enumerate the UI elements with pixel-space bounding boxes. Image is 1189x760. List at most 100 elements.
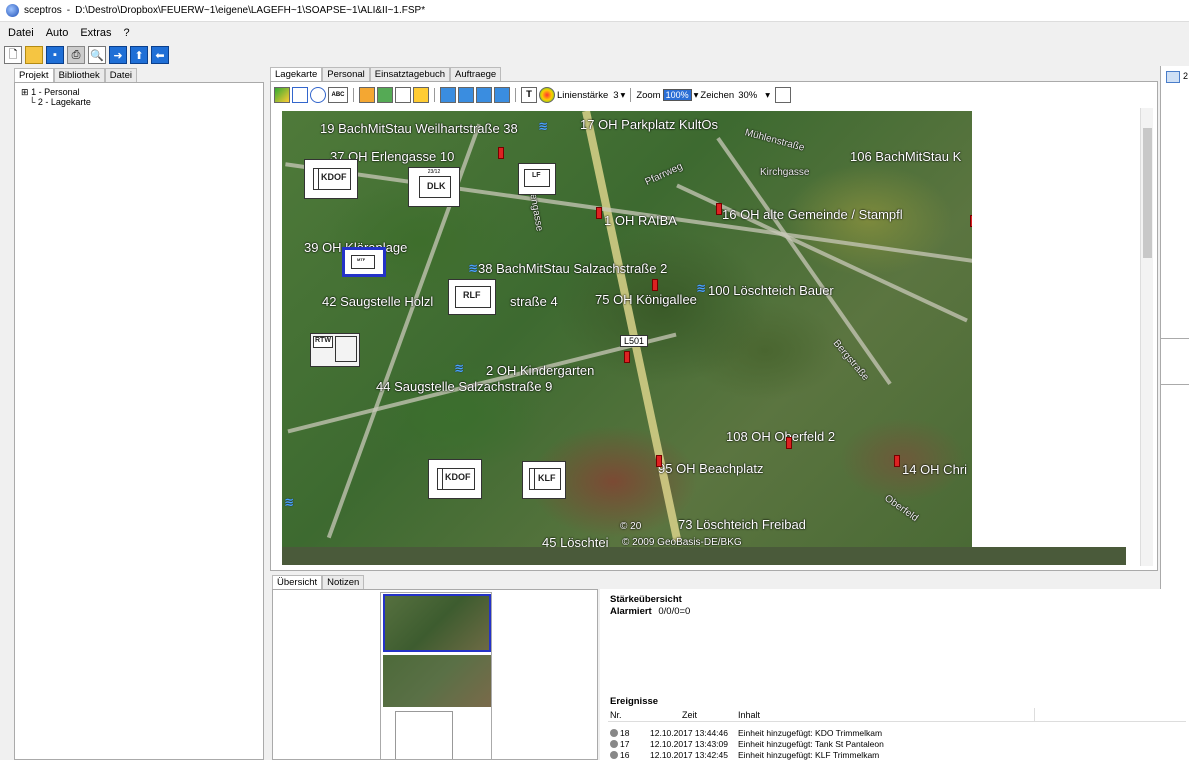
tab-auftraege[interactable]: Auftraege [450,67,502,81]
menu-bar: Datei Auto Extras ? [0,24,1189,42]
street-label: Oberfeld [882,492,921,525]
col-zeit[interactable]: Zeit [682,710,697,720]
unit-divider [442,468,443,490]
print-preview-icon[interactable]: 🔍 [88,46,106,64]
event-content: Einheit hinzugefügt: KDO Trimmelkam [738,728,883,738]
arrow-up-icon[interactable]: ⬆ [130,46,148,64]
hydrant-icon[interactable] [596,207,602,219]
map-export-icon[interactable] [476,87,492,103]
menu-auto[interactable]: Auto [46,27,69,39]
menu-datei[interactable]: Datei [8,27,34,39]
open-folder-icon[interactable] [25,46,43,64]
unit-body [335,336,357,362]
linienstaerke-value[interactable]: 3 [613,90,618,101]
menu-extras[interactable]: Extras [80,27,111,39]
unit-dlk[interactable]: 23/12 DLK [408,167,460,207]
event-time: 12.10.2017 13:43:09 [650,739,728,749]
unit-kdof-2[interactable]: KDOF [428,459,482,499]
map-label: 45 Löschtei [542,535,609,547]
zoom-select[interactable]: 100% [662,89,692,101]
col-nr[interactable]: Nr. [610,710,622,720]
unit-mtf-selected[interactable]: MTF [342,247,386,277]
tab-uebersicht[interactable]: Übersicht [272,575,323,590]
left-tabs: Projekt Bibliothek Datei [14,68,137,82]
print-icon[interactable]: ⎙ [67,46,85,64]
table-icon[interactable] [395,87,411,103]
font-icon[interactable]: T [521,87,537,103]
event-row[interactable]: 18 12.10.2017 13:44:46 Einheit hinzugefü… [608,728,1186,738]
separator [353,88,354,102]
expand-icon[interactable]: ⊞ [21,87,29,97]
unit-rtw[interactable]: RTW [310,333,360,367]
tab-lagekarte[interactable]: Lagekarte [270,67,323,81]
hydrant-icon[interactable] [624,351,630,363]
map-canvas[interactable]: 19 BachMitStau Weilhartstraße 38 17 OH P… [282,111,972,547]
events-header: Nr. Zeit Inhalt [608,708,1186,722]
arrow-right-icon[interactable]: ➜ [109,46,127,64]
water-source-icon[interactable]: ≋ [538,119,548,133]
tab-projekt[interactable]: Projekt [14,68,54,82]
minimap-page [395,711,453,759]
col-divider [1034,708,1035,722]
tab-einsatztagebuch[interactable]: Einsatztagebuch [369,67,451,81]
color-icon[interactable] [539,87,555,103]
app-icon [6,4,19,17]
unit-klf[interactable]: KLF [522,461,566,499]
water-source-icon[interactable]: ≋ [454,361,464,375]
water-source-icon[interactable]: ≋ [468,261,478,275]
refresh-icon[interactable] [440,87,456,103]
map-label: 106 BachMitStau K [850,149,962,164]
text-abc-icon[interactable]: ABC [328,87,348,103]
layer-icon[interactable] [458,87,474,103]
window-path: D:\Destro\Dropbox\FEUERW~1\eigene\LAGEFH… [75,5,426,16]
grid-icon[interactable] [1166,71,1180,83]
hydrant-icon[interactable] [652,279,658,291]
col-inhalt[interactable]: Inhalt [738,710,760,720]
map-label: 75 OH Königallee [595,292,697,307]
note-icon[interactable] [413,87,429,103]
scrollbar-thumb[interactable] [1143,128,1152,258]
event-row[interactable]: 16 12.10.2017 13:42:45 Einheit hinzugefü… [608,750,1186,760]
water-source-icon[interactable]: ≋ [696,281,706,295]
map-vertical-scrollbar[interactable] [1140,108,1153,566]
water-source-icon[interactable]: ≋ [284,495,294,509]
rectangle-icon[interactable] [292,87,308,103]
hydrant-icon[interactable] [656,455,662,467]
unit-lf[interactable]: LF [518,163,556,195]
unit-rlf[interactable]: RLF [448,279,496,315]
hydrant-icon[interactable] [970,215,972,227]
hydrant-icon[interactable] [894,455,900,467]
draw-line-icon[interactable] [274,87,290,103]
tree-item-lagekarte[interactable]: └ 2 - Lagekarte [29,97,91,107]
tab-personal[interactable]: Personal [322,67,370,81]
separator [434,88,435,102]
unit-label: KDOF [445,472,471,482]
unit-label: KDOF [321,172,347,182]
map-grid-icon[interactable] [494,87,510,103]
tab-notizen[interactable]: Notizen [322,575,365,590]
minimap-viewport[interactable] [383,594,491,652]
arrow-left-icon[interactable]: ⬅ [151,46,169,64]
minimap[interactable] [380,592,492,760]
hydrant-icon[interactable] [498,147,504,159]
menu-help[interactable]: ? [124,27,130,39]
hydrant-icon[interactable] [716,203,722,215]
zeichen-value[interactable]: 30% [738,90,757,101]
tab-bibliothek[interactable]: Bibliothek [53,68,105,82]
unit-label: RTW [315,337,331,344]
symbol-icon[interactable] [359,87,375,103]
chevron-down-icon[interactable]: ▾ [694,90,699,101]
tab-datei[interactable]: Datei [104,68,137,82]
chevron-down-icon[interactable]: ▾ [621,90,626,101]
vehicle-icon[interactable] [377,87,393,103]
new-file-icon[interactable]: 🗋 [4,46,22,64]
chevron-down-icon[interactable]: ▾ [765,90,770,101]
calendar-icon[interactable] [775,87,792,103]
save-icon[interactable]: ▪ [46,46,64,64]
unit-kdof[interactable]: KDOF [304,159,358,199]
circle-icon[interactable] [310,87,326,103]
hydrant-icon[interactable] [786,437,792,449]
copyright-label: © 20 [620,521,642,532]
staerke-title: Stärkeübersicht [610,594,682,605]
event-row[interactable]: 17 12.10.2017 13:43:09 Einheit hinzugefü… [608,739,1186,749]
